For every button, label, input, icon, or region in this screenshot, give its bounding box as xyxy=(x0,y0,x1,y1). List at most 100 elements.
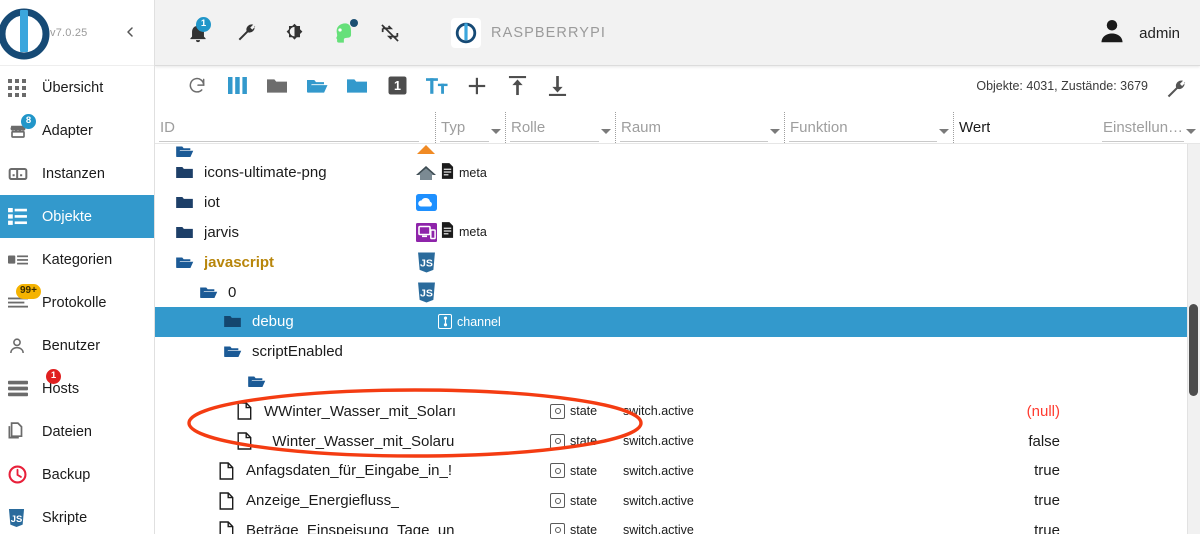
table-row[interactable]: scriptEnabled --- xyxy=(155,337,1200,367)
person-icon xyxy=(1097,16,1127,51)
version-label: v7.0.25 xyxy=(50,27,88,39)
chevron-left-icon[interactable] xyxy=(118,20,142,44)
sidebar-item-label: Kategorien xyxy=(42,251,113,268)
bell-icon[interactable]: 1 xyxy=(185,16,211,46)
chevron-down-icon[interactable] xyxy=(601,129,611,134)
table-row[interactable]: javascript JS --- xyxy=(155,247,1200,277)
table-row[interactable]: Beträge_Einspeisung_Tage_un state switch… xyxy=(155,516,1200,534)
filter-funktion[interactable]: Funktion xyxy=(784,112,953,143)
state-icon xyxy=(550,463,565,479)
folder-open-icon xyxy=(245,371,267,391)
categories-icon xyxy=(8,248,38,272)
sidebar-item-adapter[interactable]: 8 Adapter xyxy=(0,109,154,152)
filter-wert[interactable]: Wert xyxy=(953,112,1098,143)
chevron-down-icon[interactable] xyxy=(770,129,780,134)
depth-button[interactable]: 1 xyxy=(377,71,417,105)
hosts-badge: 1 xyxy=(46,368,61,384)
sidebar-item-instanzen[interactable]: Instanzen xyxy=(0,152,154,195)
add-object-button[interactable] xyxy=(457,71,497,105)
row-role: switch.active xyxy=(623,404,694,419)
row-type: state xyxy=(550,493,597,509)
sidebar-item-dateien[interactable]: Dateien xyxy=(0,410,154,453)
filter-typ[interactable]: Typ xyxy=(435,112,505,143)
filter-id[interactable]: ID xyxy=(155,112,435,143)
row-value: true xyxy=(1034,462,1060,480)
sidebar-item-skripte[interactable]: JS Skripte xyxy=(0,496,154,534)
file-icon xyxy=(233,401,255,421)
table-row[interactable]: _Winter_Wasser_mit_Solaru state switch.a… xyxy=(155,426,1200,456)
chevron-down-icon[interactable] xyxy=(491,129,501,134)
filter-underline xyxy=(620,141,768,142)
table-row[interactable]: --- xyxy=(155,367,1200,397)
row-label: scriptEnabled xyxy=(252,343,343,361)
wrench-icon[interactable] xyxy=(233,20,259,46)
row-type: state xyxy=(550,433,597,449)
table-row[interactable]: icons-ultimate-png meta xyxy=(155,158,1200,188)
instances-icon xyxy=(8,162,38,186)
export-button[interactable] xyxy=(537,71,577,105)
filter-einstellung-label: Einstellun… xyxy=(1103,119,1184,136)
main-area: 1 RASPBERRYPI admin 1 Objekte: 4031, Zus… xyxy=(155,0,1200,534)
filter-raum[interactable]: Raum xyxy=(615,112,784,143)
table-row[interactable]: 664 xyxy=(155,144,1200,158)
protokolle-badge: 99+ xyxy=(16,283,41,299)
sync-disabled-icon[interactable] xyxy=(377,20,403,46)
sidebar-item-backup[interactable]: Backup xyxy=(0,453,154,496)
chevron-down-icon[interactable] xyxy=(1186,129,1196,134)
objects-stats: Objekte: 4031, Zustände: 3679 xyxy=(976,79,1148,93)
sidebar-item-benutzer[interactable]: Benutzer xyxy=(0,324,154,367)
table-row[interactable]: iot --- xyxy=(155,188,1200,218)
vertical-scrollbar[interactable] xyxy=(1187,144,1200,534)
import-button[interactable] xyxy=(497,71,537,105)
objects-table[interactable]: 664 icons-ultimate-png xyxy=(155,144,1200,534)
state-icon xyxy=(550,433,565,449)
refresh-button[interactable] xyxy=(177,71,217,105)
expand-one-level-button[interactable] xyxy=(337,71,377,105)
filter-underline xyxy=(159,141,419,142)
sidebar-item-kategorien[interactable]: Kategorien xyxy=(0,238,154,281)
columns-button[interactable] xyxy=(217,71,257,105)
row-value: (null) xyxy=(1026,402,1060,420)
top-bar: 1 RASPBERRYPI admin xyxy=(155,0,1200,66)
filter-einstellung[interactable]: Einstellun… xyxy=(1098,112,1200,143)
row-role: switch.active xyxy=(623,493,694,508)
state-icon xyxy=(550,522,565,534)
sidebar-item-hosts[interactable]: 1 Hosts xyxy=(0,367,154,410)
filter-rolle[interactable]: Rolle xyxy=(505,112,615,143)
table-row[interactable]: WWinter_Wasser_mit_Soları state switch.a… xyxy=(155,396,1200,426)
expert-settings-button[interactable] xyxy=(1162,75,1190,103)
toggle-name-id-button[interactable] xyxy=(417,71,457,105)
expert-head-icon[interactable] xyxy=(329,18,358,46)
notifications-badge: 1 xyxy=(196,16,211,32)
sidebar-item-objekte[interactable]: Objekte xyxy=(0,195,154,238)
scrollbar-thumb[interactable] xyxy=(1189,304,1198,396)
adapter-type-icon xyxy=(413,144,439,158)
expand-all-button[interactable] xyxy=(297,71,337,105)
collapse-all-button[interactable] xyxy=(257,71,297,105)
sidebar-item-label: Hosts xyxy=(42,380,80,397)
filter-funktion-label: Funktion xyxy=(790,119,848,136)
host-selector[interactable]: RASPBERRYPI xyxy=(451,17,606,48)
sidebar-nav: Übersicht 8 Adapter Instanzen Objekte Ka… xyxy=(0,66,154,534)
table-row[interactable]: Anfagsdaten_für_Eingabe_in_! state switc… xyxy=(155,456,1200,486)
row-label: _Winter_Wasser_mit_Solaru xyxy=(264,432,455,450)
filter-wert-label: Wert xyxy=(959,119,991,136)
sidebar-item-uebersicht[interactable]: Übersicht xyxy=(0,66,154,109)
row-type: state xyxy=(550,463,597,479)
user-menu[interactable]: admin xyxy=(1097,0,1180,66)
folder-closed-icon xyxy=(173,222,195,242)
table-row[interactable]: jarvis meta xyxy=(155,218,1200,248)
table-row[interactable]: Anzeige_Energiefluss_ state switch.activ… xyxy=(155,486,1200,516)
brightness-contrast-icon[interactable] xyxy=(281,20,307,46)
javascript-icon: JS xyxy=(413,279,439,305)
table-row[interactable]: 0 JS --- xyxy=(155,277,1200,307)
sidebar-item-label: Dateien xyxy=(42,423,92,440)
filter-underline xyxy=(1102,141,1184,142)
row-label: 0 xyxy=(228,283,237,301)
text-size-icon xyxy=(426,77,448,100)
chevron-down-icon[interactable] xyxy=(939,129,949,134)
user-name: admin xyxy=(1139,24,1180,42)
sidebar-item-protokolle[interactable]: 99+ Protokolle xyxy=(0,281,154,324)
file-icon xyxy=(215,520,237,534)
table-row[interactable]: debug channel 664 xyxy=(155,306,1200,337)
